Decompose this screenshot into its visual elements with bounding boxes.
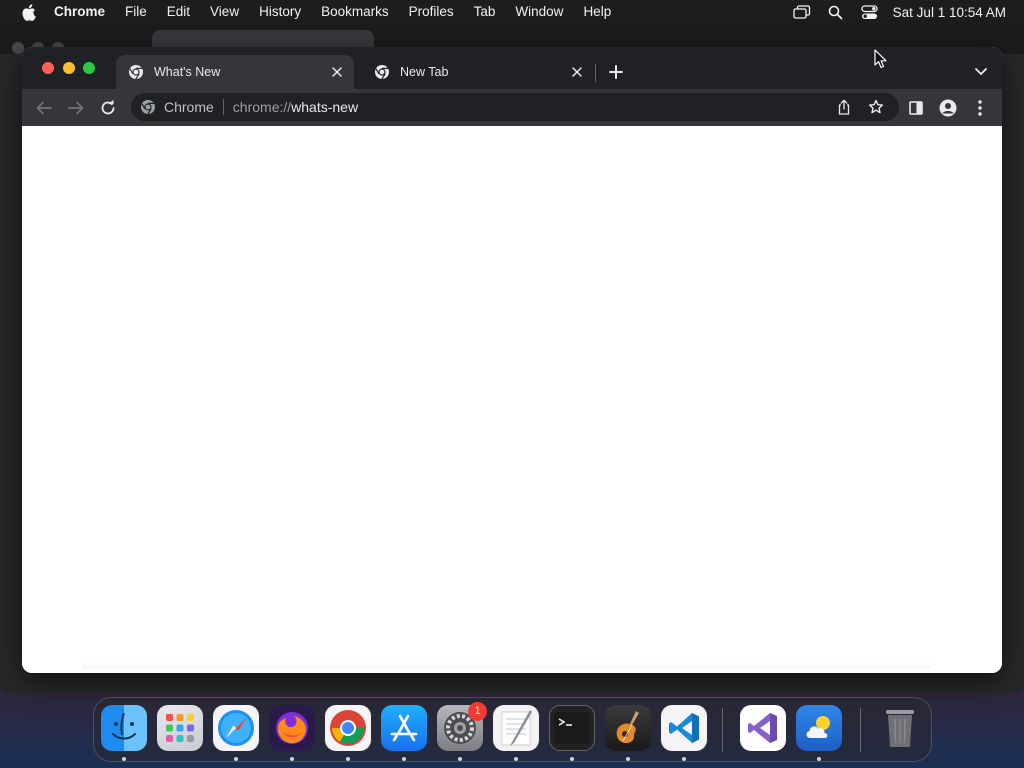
tab-strip: What's New New Tab xyxy=(22,47,1002,89)
tab-search-button[interactable] xyxy=(970,61,992,83)
menu-file[interactable]: File xyxy=(115,0,157,24)
arrow-left-icon xyxy=(36,101,52,115)
notification-badge: 1 xyxy=(468,702,487,721)
tab-title: What's New xyxy=(154,65,221,79)
running-indicator xyxy=(458,757,462,761)
close-tab-icon[interactable] xyxy=(568,63,586,81)
screen-mirroring-icon[interactable] xyxy=(792,2,812,22)
chevron-down-icon xyxy=(975,68,987,75)
reload-button[interactable] xyxy=(95,95,121,121)
bookmark-star-icon[interactable] xyxy=(866,97,886,117)
weather-icon[interactable] xyxy=(796,705,842,751)
window-zoom-button[interactable] xyxy=(83,62,95,74)
plus-icon xyxy=(609,65,623,79)
google-chrome-icon[interactable] xyxy=(325,705,371,751)
visual-studio-icon[interactable] xyxy=(740,705,786,751)
menu-bar-clock[interactable]: Sat Jul 1 10:54 AM xyxy=(893,5,1006,20)
status-area: Sat Jul 1 10:54 AM xyxy=(785,0,1024,24)
dock-divider xyxy=(722,708,723,752)
running-indicator xyxy=(122,757,126,761)
page-bottom-shade xyxy=(82,661,932,669)
running-indicator xyxy=(514,757,518,761)
running-indicator xyxy=(402,757,406,761)
apple-menu-icon[interactable] xyxy=(18,2,38,22)
mouse-cursor-icon xyxy=(874,49,888,69)
menu-tab[interactable]: Tab xyxy=(464,0,506,24)
address-bar[interactable]: Chrome chrome:// whats-new xyxy=(131,93,899,121)
tab-separator xyxy=(595,64,596,82)
side-panel-button[interactable] xyxy=(903,95,929,121)
running-indicator xyxy=(234,757,238,761)
side-panel-icon xyxy=(909,101,923,115)
spotlight-search-icon[interactable] xyxy=(826,2,846,22)
back-button[interactable] xyxy=(31,95,57,121)
finder-icon[interactable] xyxy=(101,705,147,751)
arrow-right-icon xyxy=(68,101,84,115)
control-center-icon[interactable] xyxy=(860,2,880,22)
omnibox-separator xyxy=(222,99,224,115)
profile-avatar-icon xyxy=(939,99,957,117)
window-minimize-button[interactable] xyxy=(63,62,75,74)
menu-edit[interactable]: Edit xyxy=(157,0,200,24)
terminal-icon[interactable] xyxy=(549,705,595,751)
more-menu-button[interactable] xyxy=(967,95,993,121)
running-indicator xyxy=(682,757,686,761)
menu-app-name[interactable]: Chrome xyxy=(52,0,115,24)
site-info-label[interactable]: Chrome xyxy=(164,99,214,115)
share-icon[interactable] xyxy=(834,97,854,117)
tab-title: New Tab xyxy=(400,65,449,79)
chrome-window: What's New New Tab Chrome chrome:// what… xyxy=(22,47,1002,673)
kebab-menu-icon xyxy=(978,100,982,116)
garageband-icon[interactable] xyxy=(605,705,651,751)
window-close-button[interactable] xyxy=(42,62,54,74)
menu-bookmarks[interactable]: Bookmarks xyxy=(311,0,399,24)
forward-button[interactable] xyxy=(63,95,89,121)
chrome-icon xyxy=(128,64,144,80)
close-tab-icon[interactable] xyxy=(328,63,346,81)
trash-icon[interactable] xyxy=(877,705,923,751)
app-store-icon[interactable] xyxy=(381,705,427,751)
running-indicator xyxy=(346,757,350,761)
page-content xyxy=(22,126,1002,673)
menu-help[interactable]: Help xyxy=(573,0,621,24)
dock xyxy=(93,697,932,762)
new-tab-button[interactable] xyxy=(605,61,627,83)
tab-new-tab[interactable]: New Tab xyxy=(362,55,594,89)
textedit-icon[interactable] xyxy=(493,705,539,751)
menu-view[interactable]: View xyxy=(200,0,249,24)
browser-toolbar: Chrome chrome:// whats-new xyxy=(22,89,1002,126)
safari-icon[interactable] xyxy=(213,705,259,751)
reload-icon xyxy=(101,100,115,115)
firefox-icon[interactable] xyxy=(269,705,315,751)
running-indicator xyxy=(290,757,294,761)
dock-divider xyxy=(860,708,861,752)
running-indicator xyxy=(817,757,821,761)
menu-history[interactable]: History xyxy=(249,0,311,24)
running-indicator xyxy=(570,757,574,761)
menu-bar: Chrome File Edit View History Bookmarks … xyxy=(0,0,1024,24)
profile-button[interactable] xyxy=(935,95,961,121)
chrome-icon[interactable] xyxy=(140,99,156,115)
visual-studio-code-icon[interactable] xyxy=(661,705,707,751)
running-indicator xyxy=(626,757,630,761)
chrome-icon xyxy=(374,64,390,80)
menu-profiles[interactable]: Profiles xyxy=(399,0,464,24)
url-scheme[interactable]: chrome:// xyxy=(233,99,291,115)
menu-window[interactable]: Window xyxy=(505,0,573,24)
url-host[interactable]: whats-new xyxy=(291,99,358,115)
tab-whats-new[interactable]: What's New xyxy=(116,55,354,89)
launchpad-icon[interactable] xyxy=(157,705,203,751)
